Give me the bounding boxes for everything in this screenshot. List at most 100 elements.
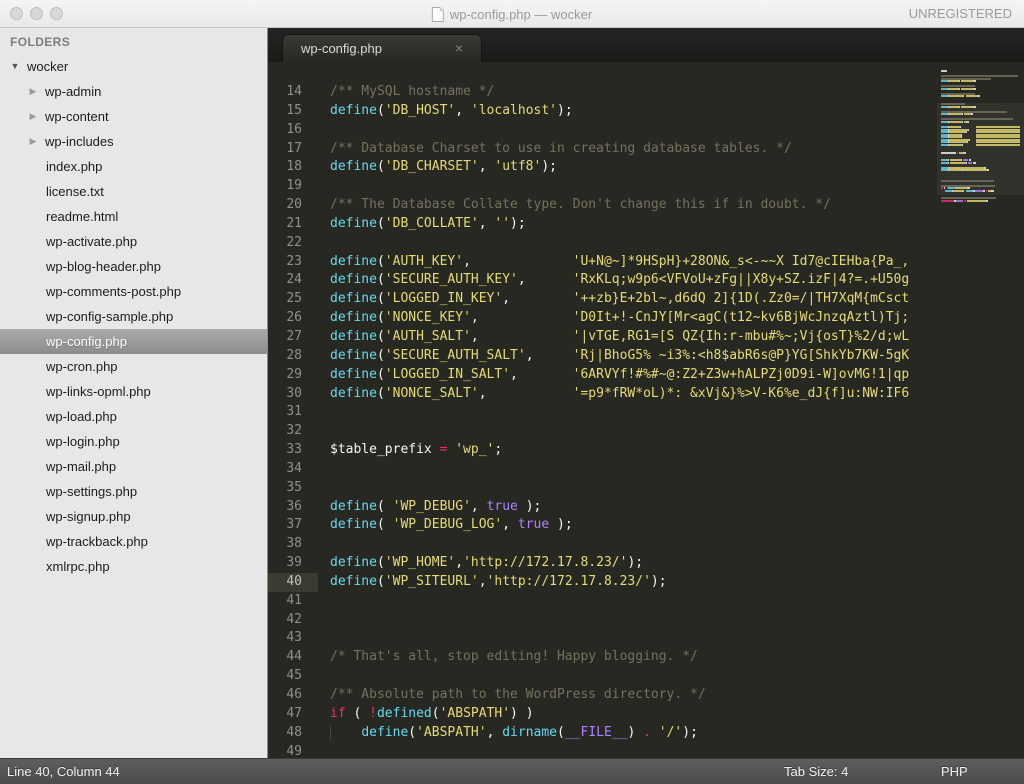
sidebar-item-wp-admin[interactable]: ▶wp-admin	[0, 79, 267, 104]
tab-size-indicator[interactable]: Tab Size: 4	[784, 764, 848, 779]
sidebar-item-wocker[interactable]: ▼wocker	[0, 54, 267, 79]
code-line[interactable]: 14/** MySQL hostname */	[268, 83, 1024, 102]
code-line[interactable]: 27define('AUTH_SALT', '|vTGE,RG1=[S QZ{I…	[268, 328, 1024, 347]
line-number: 30	[268, 385, 318, 404]
item-label: wp-admin	[45, 79, 101, 104]
minimap[interactable]	[937, 62, 1024, 758]
code-line[interactable]: 40define('WP_SITEURL','http://172.17.8.2…	[268, 573, 1024, 592]
code-line[interactable]: 47if ( !defined('ABSPATH') )	[268, 705, 1024, 724]
code-line[interactable]: 25define('LOGGED_IN_KEY', '++zb}E+2bl~,d…	[268, 290, 1024, 309]
code-line[interactable]: 38	[268, 535, 1024, 554]
code-line[interactable]: 45	[268, 667, 1024, 686]
code-line[interactable]: 26define('NONCE_KEY', 'D0It+!-CnJY[Mr<ag…	[268, 309, 1024, 328]
sidebar-item-wp-comments-post-php[interactable]: wp-comments-post.php	[0, 279, 267, 304]
titlebar: wp-config.php — wocker UNREGISTERED	[0, 0, 1024, 28]
code-text: define( 'WP_DEBUG', true );	[330, 498, 541, 517]
code-text: $table_prefix = 'wp_';	[330, 441, 502, 460]
code-line[interactable]: 39define('WP_HOME','http://172.17.8.23/'…	[268, 554, 1024, 573]
code-line[interactable]: 19	[268, 177, 1024, 196]
minimap-row	[941, 200, 1020, 202]
code-line[interactable]: 43	[268, 629, 1024, 648]
code-line[interactable]: 35	[268, 479, 1024, 498]
sidebar-item-wp-blog-header-php[interactable]: wp-blog-header.php	[0, 254, 267, 279]
code-area[interactable]: 14/** MySQL hostname */15define('DB_HOST…	[268, 62, 1024, 758]
code-line[interactable]: 17/** Database Charset to use in creatin…	[268, 140, 1024, 159]
code-line[interactable]: 20/** The Database Collate type. Don't c…	[268, 196, 1024, 215]
sidebar-item-license-txt[interactable]: license.txt	[0, 179, 267, 204]
sidebar-item-wp-config-php[interactable]: wp-config.php	[0, 329, 267, 354]
line-number: 29	[268, 366, 318, 385]
code-line[interactable]: 29define('LOGGED_IN_SALT', '6ARVYf!#%#~@…	[268, 366, 1024, 385]
sidebar-item-wp-login-php[interactable]: wp-login.php	[0, 429, 267, 454]
code-line[interactable]: 41	[268, 592, 1024, 611]
code-line[interactable]: 36define( 'WP_DEBUG', true );	[268, 498, 1024, 517]
sidebar-item-wp-load-php[interactable]: wp-load.php	[0, 404, 267, 429]
code-line[interactable]: 34	[268, 460, 1024, 479]
sidebar-item-wp-trackback-php[interactable]: wp-trackback.php	[0, 529, 267, 554]
code-line[interactable]: 24define('SECURE_AUTH_KEY', 'RxKLq;w9p6<…	[268, 271, 1024, 290]
line-number: 45	[268, 667, 318, 686]
tab-close-icon[interactable]: ×	[455, 40, 463, 56]
sidebar-item-wp-settings-php[interactable]: wp-settings.php	[0, 479, 267, 504]
tab-bar: wp-config.php ×	[268, 28, 1024, 62]
code-line[interactable]: 46/** Absolute path to the WordPress dir…	[268, 686, 1024, 705]
item-label: wp-blog-header.php	[46, 254, 161, 279]
code-line[interactable]: 28define('SECURE_AUTH_SALT', 'Rj|BhoG5% …	[268, 347, 1024, 366]
zoom-button[interactable]	[50, 7, 63, 20]
syntax-indicator[interactable]: PHP	[941, 764, 968, 779]
sidebar-item-wp-links-opml-php[interactable]: wp-links-opml.php	[0, 379, 267, 404]
code-line[interactable]: 23define('AUTH_KEY', 'U+N@~]*9HSpH}+28ON…	[268, 253, 1024, 272]
minimize-button[interactable]	[30, 7, 43, 20]
line-number: 47	[268, 705, 318, 724]
line-number: 41	[268, 592, 318, 611]
sidebar-item-readme-html[interactable]: readme.html	[0, 204, 267, 229]
code-line[interactable]: 31	[268, 403, 1024, 422]
sidebar-item-wp-cron-php[interactable]: wp-cron.php	[0, 354, 267, 379]
chevron-down-icon[interactable]: ▼	[9, 54, 21, 79]
code-text: define('LOGGED_IN_KEY', '++zb}E+2bl~,d6d…	[330, 290, 909, 309]
code-line[interactable]: 42	[268, 611, 1024, 630]
item-label: index.php	[46, 154, 102, 179]
line-number: 40	[268, 573, 318, 592]
code-line[interactable]: 33$table_prefix = 'wp_';	[268, 441, 1024, 460]
sidebar-item-wp-signup-php[interactable]: wp-signup.php	[0, 504, 267, 529]
code-line[interactable]: 18 define('DB_CHARSET', 'utf8');	[268, 158, 1024, 177]
close-button[interactable]	[10, 7, 23, 20]
code-line[interactable]: 30define('NONCE_SALT', '=p9*fRW*oL)*: &x…	[268, 385, 1024, 404]
chevron-right-icon[interactable]: ▶	[27, 79, 39, 104]
code-line[interactable]: 48 define('ABSPATH', dirname(__FILE__) .…	[268, 724, 1024, 743]
line-number: 18	[268, 158, 318, 177]
tab-label: wp-config.php	[283, 41, 382, 56]
code-line[interactable]: 16	[268, 121, 1024, 140]
sidebar-item-index-php[interactable]: index.php	[0, 154, 267, 179]
chevron-right-icon[interactable]: ▶	[27, 104, 39, 129]
code-line[interactable]: 15define('DB_HOST', 'localhost');	[268, 102, 1024, 121]
item-label: wp-trackback.php	[46, 529, 148, 554]
sidebar-item-wp-activate-php[interactable]: wp-activate.php	[0, 229, 267, 254]
item-label: wp-mail.php	[46, 454, 116, 479]
line-number: 21	[268, 215, 318, 234]
code-line[interactable]: 44/* That's all, stop editing! Happy blo…	[268, 648, 1024, 667]
code-text: define('ABSPATH', dirname(__FILE__) . '/…	[330, 724, 698, 743]
code-text: /* That's all, stop editing! Happy blogg…	[330, 648, 698, 667]
code-line[interactable]: 37define( 'WP_DEBUG_LOG', true );	[268, 516, 1024, 535]
code-line[interactable]: 49	[268, 743, 1024, 758]
cursor-position[interactable]: Line 40, Column 44	[7, 764, 120, 779]
file-tree: ▼wocker▶wp-admin▶wp-content▶wp-includesi…	[0, 54, 267, 579]
sidebar-item-wp-config-sample-php[interactable]: wp-config-sample.php	[0, 304, 267, 329]
code-text: define('DB_CHARSET', 'utf8');	[330, 158, 557, 177]
tab-wp-config[interactable]: wp-config.php ×	[282, 34, 482, 62]
sidebar-item-xmlrpc-php[interactable]: xmlrpc.php	[0, 554, 267, 579]
code-text: define('NONCE_KEY', 'D0It+!-CnJY[Mr<agC(…	[330, 309, 909, 328]
sidebar-item-wp-content[interactable]: ▶wp-content	[0, 104, 267, 129]
line-number: 16	[268, 121, 318, 140]
line-number: 23	[268, 253, 318, 272]
code-line[interactable]: 21define('DB_COLLATE', '');	[268, 215, 1024, 234]
item-label: wp-config-sample.php	[46, 304, 173, 329]
sidebar-item-wp-mail-php[interactable]: wp-mail.php	[0, 454, 267, 479]
code-line[interactable]: 32	[268, 422, 1024, 441]
sidebar-item-wp-includes[interactable]: ▶wp-includes	[0, 129, 267, 154]
item-label: wp-links-opml.php	[46, 379, 151, 404]
code-line[interactable]: 22	[268, 234, 1024, 253]
chevron-right-icon[interactable]: ▶	[27, 129, 39, 154]
